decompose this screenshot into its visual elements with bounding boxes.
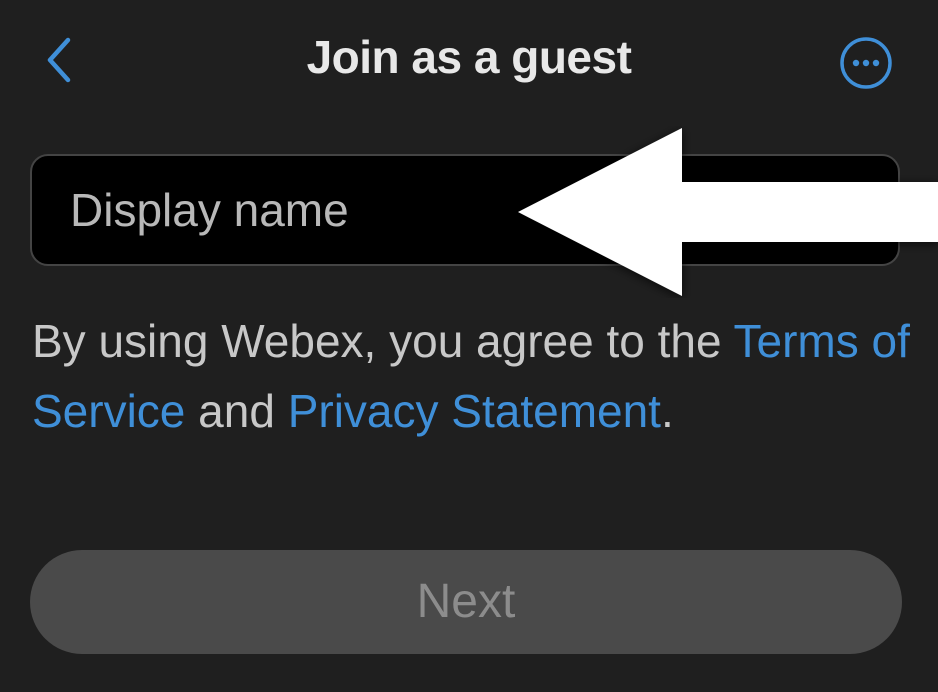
more-options-icon — [840, 37, 892, 89]
legal-suffix: . — [660, 385, 674, 437]
privacy-statement-link[interactable]: Privacy Statement — [288, 385, 661, 437]
legal-prefix: By using Webex, you agree to the — [32, 315, 734, 367]
legal-notice: By using Webex, you agree to the Terms o… — [32, 306, 912, 446]
display-name-input[interactable] — [32, 156, 898, 264]
legal-middle: and — [185, 385, 288, 437]
more-options-button[interactable] — [836, 33, 896, 93]
next-button[interactable]: Next — [30, 550, 902, 654]
header: Join as a guest — [0, 0, 938, 120]
display-name-field[interactable] — [30, 154, 900, 266]
page-title: Join as a guest — [306, 31, 632, 83]
join-as-guest-screen: Join as a guest Display name By using We… — [0, 0, 938, 692]
